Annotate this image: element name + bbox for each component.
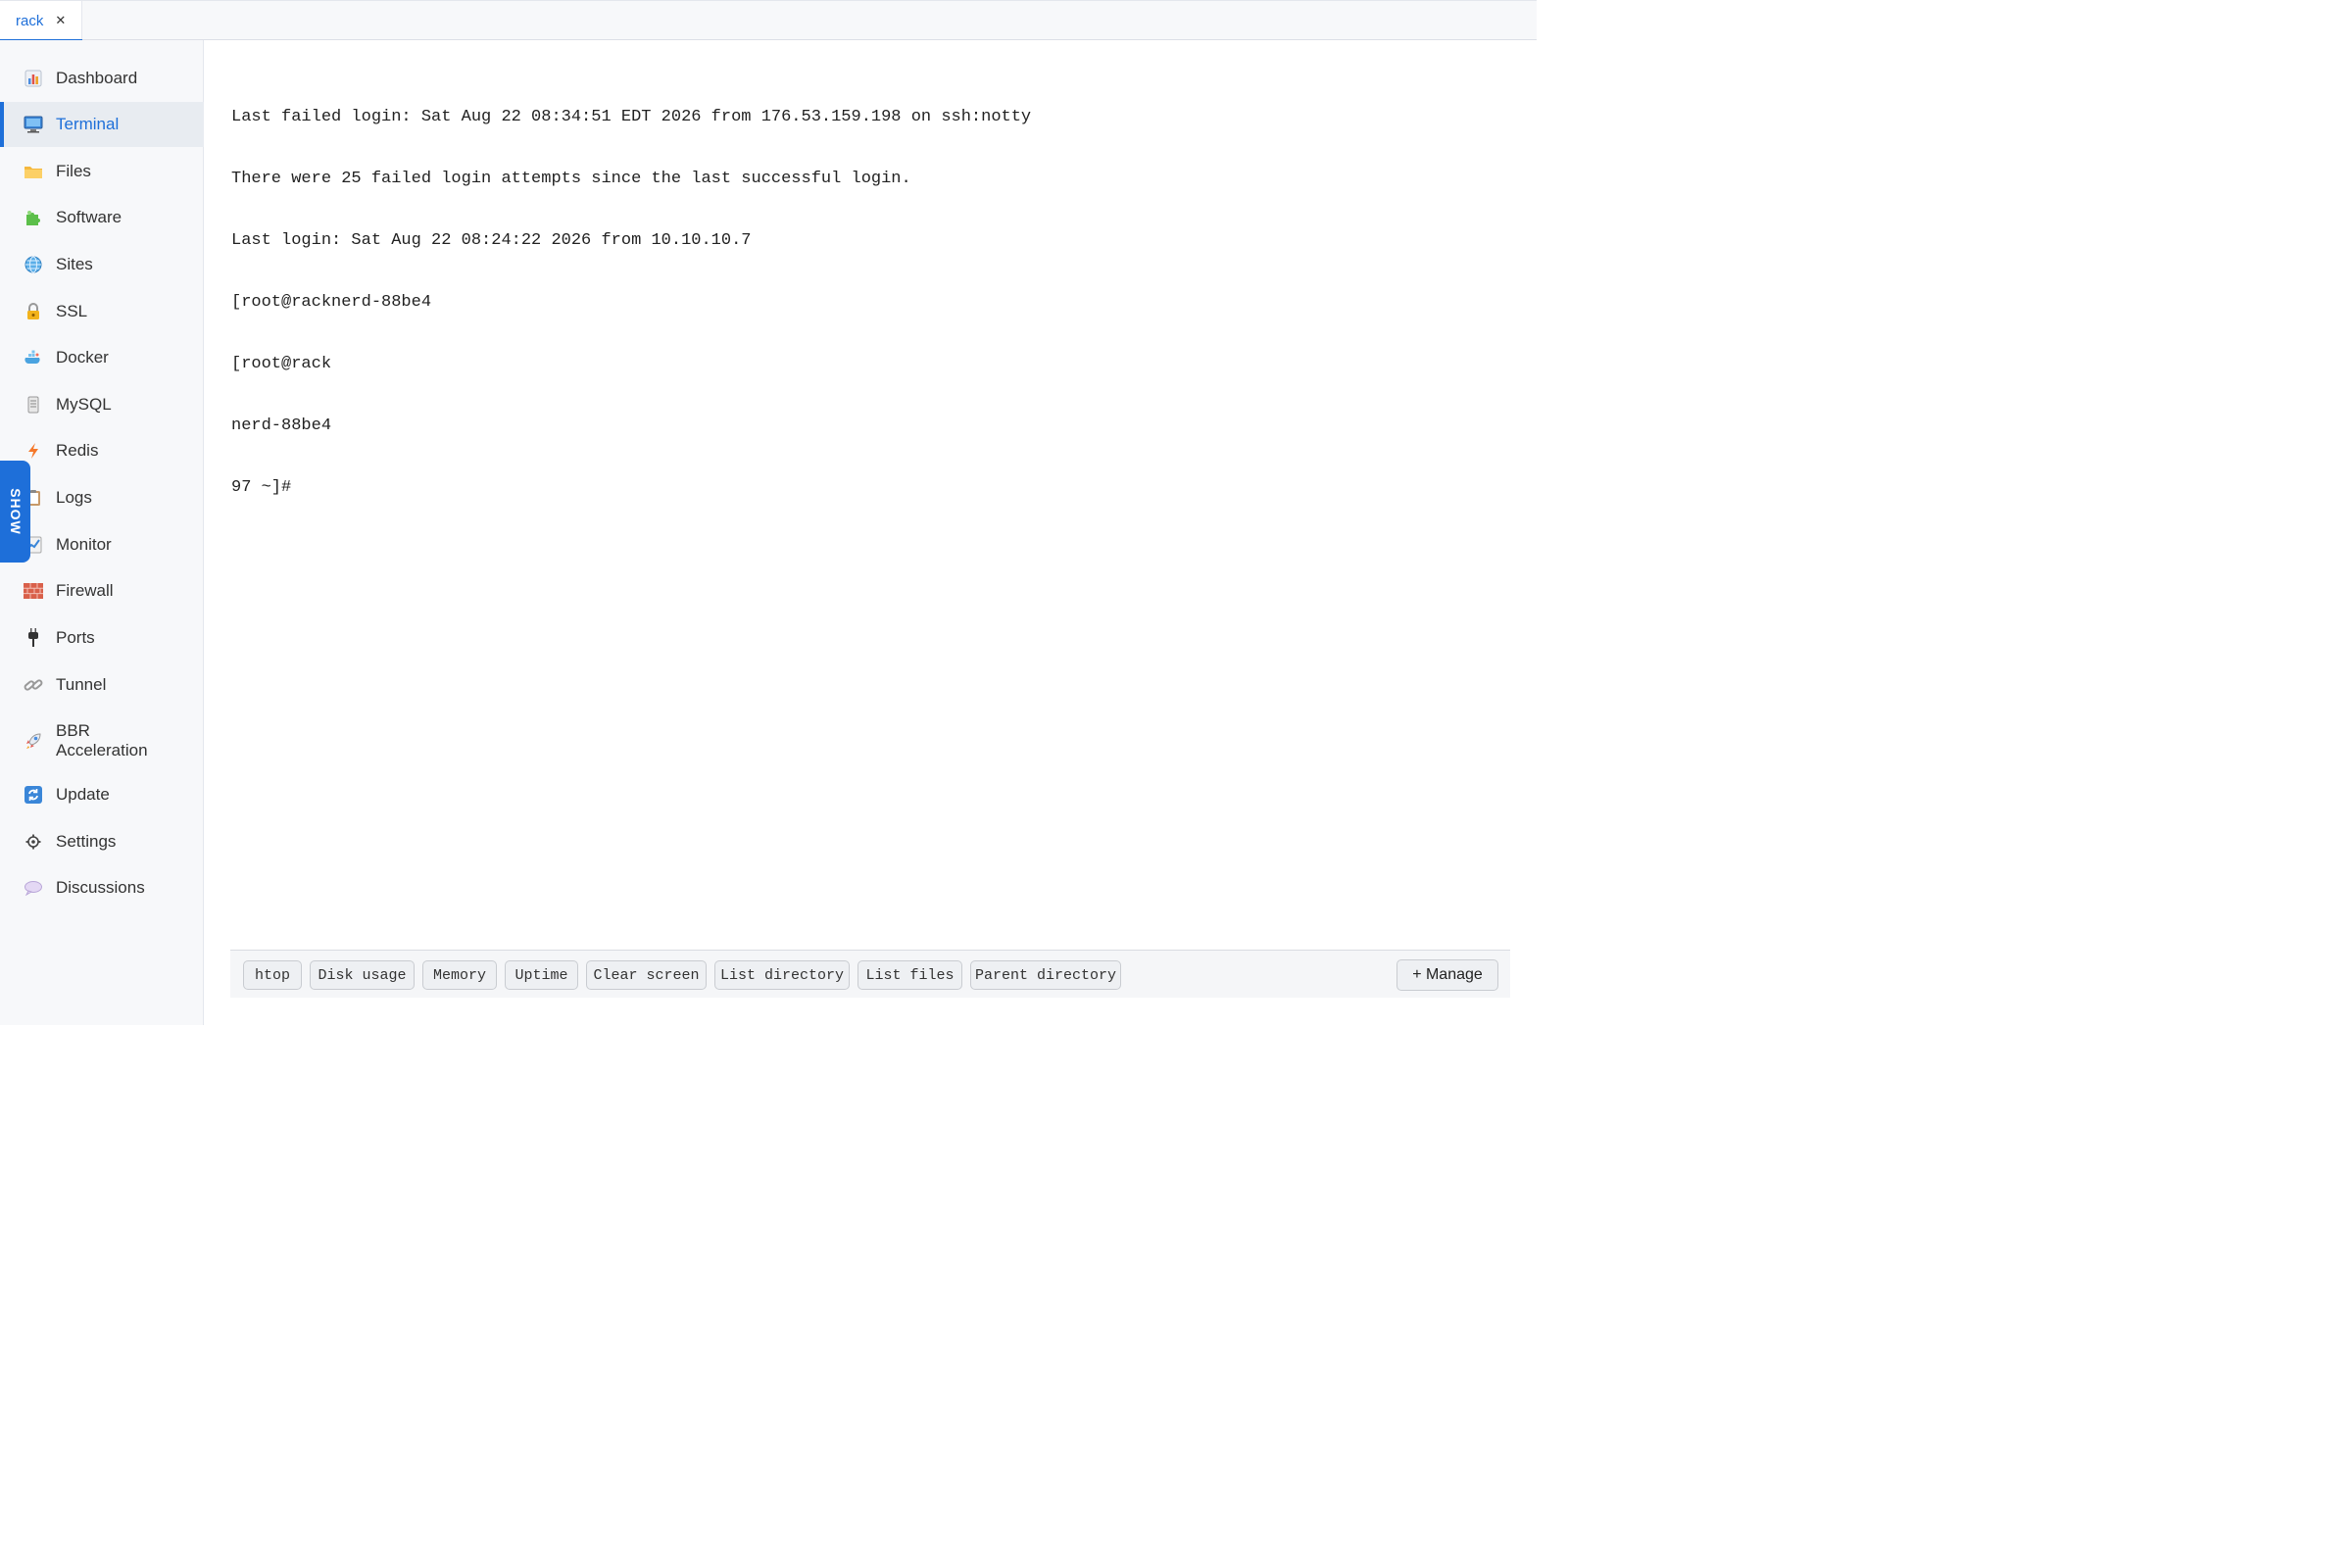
show-panel-button[interactable]: SHOW (0, 461, 30, 563)
terminal-prompt: 97 ~]# (231, 478, 292, 497)
sidebar-item-label: MySQL (56, 395, 112, 414)
sidebar-item-terminal[interactable]: Terminal (0, 102, 204, 147)
terminal-line: There were 25 failed login attempts sinc… (231, 170, 911, 188)
link-icon (24, 675, 43, 695)
quick-commands-bar: htop Disk usage Memory Uptime Clear scre… (230, 950, 1510, 998)
sidebar-item-label: Settings (56, 832, 117, 851)
bar-chart-icon (24, 69, 43, 88)
sidebar-item-settings[interactable]: Settings (0, 819, 204, 864)
sidebar-item-bbr-acceleration[interactable]: BBR Acceleration (0, 709, 204, 773)
sidebar-item-dashboard[interactable]: Dashboard (0, 56, 204, 101)
terminal-output[interactable]: Last failed login: Sat Aug 22 08:34:51 E… (231, 66, 1505, 928)
sidebar-item-label: SSL (56, 302, 88, 320)
quick-command-uptime[interactable]: Uptime (505, 960, 578, 990)
sidebar-item-tunnel[interactable]: Tunnel (0, 662, 204, 708)
terminal-line: Last failed login: Sat Aug 22 08:34:51 E… (231, 108, 1032, 126)
terminal-line: nerd-88be4 (231, 416, 332, 435)
terminal-line: Last login: Sat Aug 22 08:24:22 2026 fro… (231, 231, 752, 250)
sidebar-item-monitor[interactable]: Monitor (0, 522, 204, 567)
folder-icon (24, 162, 43, 181)
gear-icon (24, 832, 43, 852)
sidebar-item-redis[interactable]: Redis (0, 428, 204, 473)
puzzle-icon (24, 208, 43, 227)
show-label: SHOW (7, 488, 24, 535)
sidebar-item-logs[interactable]: Logs (0, 475, 204, 520)
whale-icon (24, 348, 43, 368)
sidebar-item-label: Logs (56, 488, 92, 507)
refresh-icon (24, 785, 43, 805)
sidebar-item-files[interactable]: Files (0, 149, 204, 194)
sidebar-item-discussions[interactable]: Discussions (0, 865, 204, 910)
sidebar-item-label: Docker (56, 348, 109, 367)
tab-label[interactable]: rack (16, 13, 43, 29)
sidebar-item-software[interactable]: Software (0, 195, 204, 240)
sidebar-item-docker[interactable]: Docker (0, 335, 204, 380)
sidebar-item-label: Redis (56, 441, 99, 460)
quick-command-list-files[interactable]: List files (858, 960, 962, 990)
sidebar-item-label: Update (56, 785, 110, 804)
globe-icon (24, 255, 43, 274)
terminal-line: [root@racknerd-88be4 (231, 293, 432, 312)
sidebar: Dashboard Terminal Files Software Sites … (0, 40, 204, 1025)
quick-command-clear-screen[interactable]: Clear screen (586, 960, 707, 990)
sidebar-item-label: Dashboard (56, 69, 138, 87)
sidebar-item-label: BBR Acceleration (56, 721, 148, 760)
sidebar-item-update[interactable]: Update (0, 772, 204, 817)
sidebar-item-label: Sites (56, 255, 93, 273)
sidebar-item-label: Software (56, 208, 122, 226)
quick-command-disk-usage[interactable]: Disk usage (310, 960, 415, 990)
quick-command-memory[interactable]: Memory (422, 960, 497, 990)
manage-button[interactable]: + Manage (1396, 959, 1498, 991)
sidebar-item-sites[interactable]: Sites (0, 242, 204, 287)
rocket-icon (24, 731, 43, 751)
close-icon[interactable]: ✕ (55, 13, 66, 28)
lock-icon (24, 302, 43, 321)
sidebar-item-label: Discussions (56, 878, 145, 897)
sidebar-item-ports[interactable]: Ports (0, 615, 204, 661)
speech-bubble-icon (24, 878, 43, 898)
sidebar-item-label: Ports (56, 628, 95, 647)
sidebar-item-ssl[interactable]: SSL (0, 289, 204, 334)
sidebar-item-label: Terminal (56, 115, 120, 133)
quick-command-htop[interactable]: htop (243, 960, 302, 990)
lightning-icon (24, 441, 43, 461)
sidebar-item-label: Files (56, 162, 91, 180)
brick-wall-icon (24, 581, 43, 601)
tab-bar: rack ✕ (0, 0, 1537, 41)
sidebar-item-label: Monitor (56, 535, 112, 554)
quick-command-parent-directory[interactable]: Parent directory (970, 960, 1121, 990)
plug-icon (24, 628, 43, 648)
sidebar-item-firewall[interactable]: Firewall (0, 568, 204, 613)
sidebar-item-mysql[interactable]: MySQL (0, 382, 204, 427)
database-icon (24, 395, 43, 415)
quick-command-list-directory[interactable]: List directory (714, 960, 850, 990)
sidebar-item-label: Firewall (56, 581, 114, 600)
terminal-line: [root@rack (231, 355, 332, 373)
tab-rack[interactable]: rack ✕ (0, 1, 82, 41)
monitor-icon (24, 115, 43, 134)
sidebar-item-label: Tunnel (56, 675, 107, 694)
